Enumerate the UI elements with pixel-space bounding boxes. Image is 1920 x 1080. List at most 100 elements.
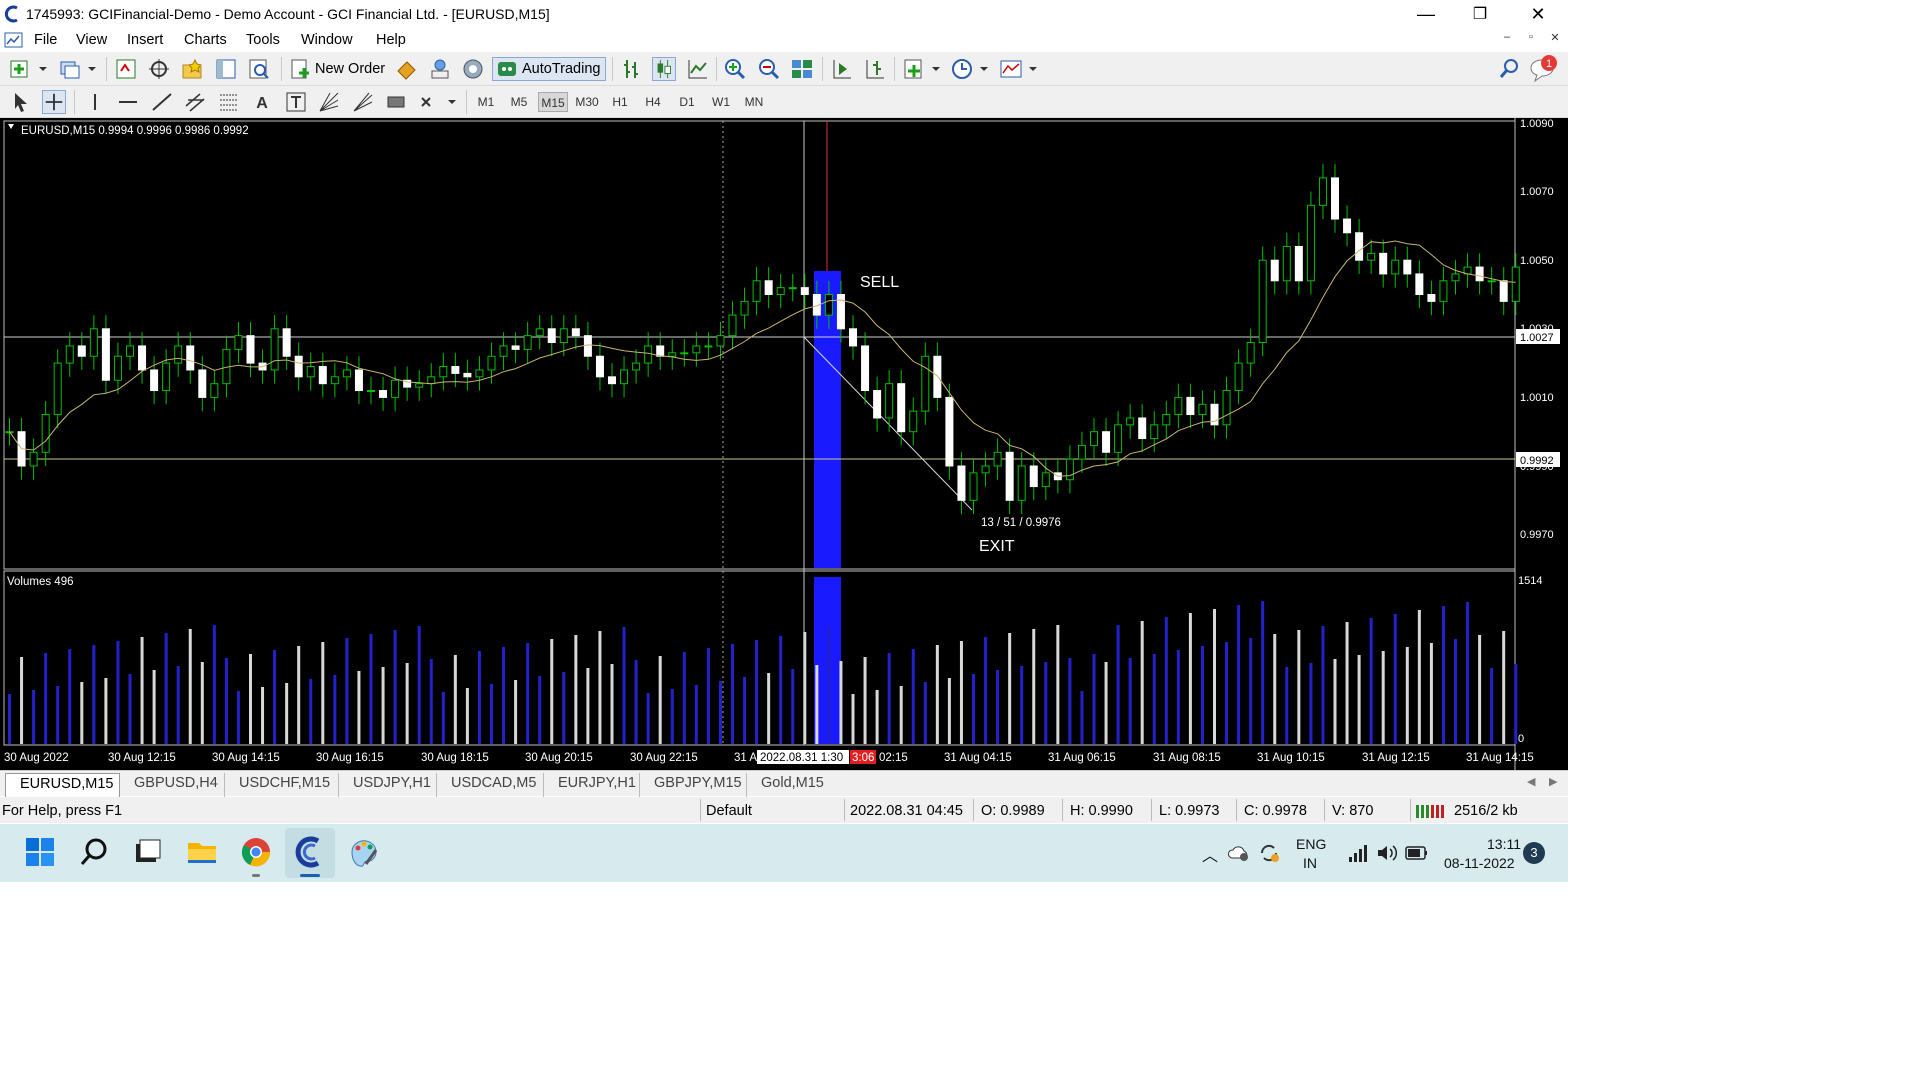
market-icon[interactable] bbox=[461, 57, 485, 81]
minimize-button[interactable]: — bbox=[1397, 0, 1455, 28]
menu-charts[interactable]: Charts bbox=[184, 32, 227, 48]
onedrive-icon[interactable] bbox=[1228, 844, 1250, 862]
metaeditor-icon[interactable] bbox=[395, 57, 419, 81]
tab-gold-m15[interactable]: Gold,M15 bbox=[747, 773, 839, 797]
notifications-icon[interactable]: 1 bbox=[1528, 54, 1562, 84]
clock-date[interactable]: 08-11-2022 bbox=[1444, 855, 1515, 871]
fibonacci-fan-icon[interactable] bbox=[351, 90, 375, 114]
rectangle-icon[interactable] bbox=[384, 90, 408, 114]
volume-bar bbox=[1490, 668, 1494, 744]
new-order-button[interactable]: New Order bbox=[290, 57, 385, 81]
clock-time[interactable]: 13:11 bbox=[1487, 836, 1521, 852]
network-icon[interactable] bbox=[1348, 844, 1368, 862]
menu-view[interactable]: View bbox=[76, 32, 107, 48]
arrows-icon[interactable] bbox=[418, 90, 458, 114]
mdi-close-button[interactable]: ✕ bbox=[1545, 31, 1565, 49]
crosshair-icon[interactable] bbox=[42, 90, 66, 114]
search-icon[interactable] bbox=[1497, 57, 1521, 81]
chrome-icon[interactable] bbox=[238, 834, 274, 870]
tile-windows-icon[interactable] bbox=[790, 57, 814, 81]
tab-eurusd-m15[interactable]: EURUSD,M15 bbox=[5, 773, 120, 797]
tab-usdchf-m15[interactable]: USDCHF,M15 bbox=[225, 773, 339, 797]
tab-usdjpy-h1[interactable]: USDJPY,H1 bbox=[339, 773, 437, 797]
tab-scroll-left-icon[interactable]: ◀ bbox=[1527, 775, 1535, 788]
timeframe-h1[interactable]: H1 bbox=[606, 92, 634, 112]
autotrading-button[interactable]: AutoTrading bbox=[492, 57, 606, 81]
new-chart-icon[interactable] bbox=[8, 57, 48, 81]
signals-icon[interactable] bbox=[428, 57, 452, 81]
language-secondary[interactable]: IN bbox=[1303, 855, 1317, 871]
crosshair-data-icon[interactable] bbox=[147, 57, 171, 81]
chart-menu-triangle-icon[interactable] bbox=[8, 124, 14, 129]
candle-body bbox=[29, 451, 38, 467]
bar-chart-icon[interactable] bbox=[619, 57, 643, 81]
timeframe-m1[interactable]: M1 bbox=[472, 92, 500, 112]
timeframe-w1[interactable]: W1 bbox=[707, 92, 735, 112]
menu-file[interactable]: File bbox=[34, 32, 57, 48]
zoom-in-icon[interactable] bbox=[723, 57, 747, 81]
trendline-icon[interactable] bbox=[150, 90, 174, 114]
tray-chevron-up-icon[interactable]: ︿ bbox=[1202, 842, 1218, 866]
candle-body bbox=[162, 362, 171, 392]
menu-tools[interactable]: Tools bbox=[246, 32, 280, 48]
mdi-restore-button[interactable]: ▫ bbox=[1521, 31, 1541, 49]
zoom-out-icon[interactable] bbox=[757, 57, 781, 81]
periods-icon[interactable] bbox=[950, 57, 990, 81]
tab-eurjpy-h1[interactable]: EURJPY,H1 bbox=[544, 773, 640, 797]
gann-fan-icon[interactable] bbox=[317, 90, 341, 114]
terminal-icon[interactable] bbox=[214, 57, 238, 81]
horizontal-line-icon[interactable] bbox=[116, 90, 140, 114]
candle-body bbox=[1294, 245, 1303, 282]
menu-help[interactable]: Help bbox=[376, 32, 406, 48]
menu-window[interactable]: Window bbox=[301, 32, 353, 48]
templates-icon[interactable] bbox=[999, 57, 1039, 81]
search-icon[interactable] bbox=[76, 834, 112, 870]
restore-button[interactable]: ❐ bbox=[1451, 0, 1509, 28]
tab-scroll-right-icon[interactable]: ▶ bbox=[1549, 775, 1557, 788]
equidistant-channel-icon[interactable] bbox=[183, 90, 207, 114]
mdi-minimize-button[interactable]: – bbox=[1497, 31, 1517, 49]
menu-insert[interactable]: Insert bbox=[127, 32, 163, 48]
time-tick: 31 Aug 12:15 bbox=[1362, 752, 1430, 764]
timeframe-m30[interactable]: M30 bbox=[572, 92, 602, 112]
vertical-line-icon[interactable] bbox=[84, 90, 106, 114]
indicators-icon[interactable] bbox=[902, 57, 942, 81]
cursor-arrow-icon[interactable] bbox=[10, 90, 32, 114]
timeframe-m5[interactable]: M5 bbox=[505, 92, 533, 112]
chart-window[interactable]: EURUSD,M15 0.9994 0.9996 0.9986 0.9992 V… bbox=[0, 118, 1568, 770]
fibonacci-icon[interactable] bbox=[217, 90, 241, 114]
metatrader-icon[interactable] bbox=[292, 834, 328, 870]
windows-start-icon[interactable] bbox=[22, 834, 58, 870]
sync-icon[interactable] bbox=[1258, 843, 1280, 863]
connection-status-icon[interactable] bbox=[1416, 803, 1448, 818]
battery-icon[interactable] bbox=[1405, 845, 1429, 861]
auto-scroll-icon[interactable] bbox=[830, 57, 854, 81]
candle-body bbox=[704, 345, 713, 348]
candle-body bbox=[379, 390, 388, 398]
language-primary[interactable]: ENG bbox=[1296, 836, 1326, 852]
timeframe-m15[interactable]: M15 bbox=[538, 92, 568, 112]
navigator-icon[interactable] bbox=[180, 57, 204, 81]
timeframe-h4[interactable]: H4 bbox=[639, 92, 667, 112]
timeframe-mn[interactable]: MN bbox=[740, 92, 768, 112]
task-view-icon[interactable] bbox=[130, 834, 166, 870]
paint-icon[interactable] bbox=[346, 834, 382, 870]
tab-gbpjpy-m15[interactable]: GBPJPY,M15 bbox=[640, 773, 747, 797]
file-explorer-icon[interactable] bbox=[184, 834, 220, 870]
close-button[interactable]: ✕ bbox=[1509, 0, 1567, 28]
market-watch-icon[interactable] bbox=[114, 57, 138, 81]
volume-icon[interactable] bbox=[1376, 843, 1398, 863]
tab-usdcad-m5[interactable]: USDCAD,M5 bbox=[437, 773, 544, 797]
text-icon[interactable]: A bbox=[250, 90, 274, 114]
line-chart-icon[interactable] bbox=[686, 57, 710, 81]
timeframe-d1[interactable]: D1 bbox=[673, 92, 701, 112]
chart-window-icon[interactable] bbox=[4, 31, 24, 49]
profiles-icon[interactable] bbox=[58, 57, 98, 81]
tab-gbpusd-h4[interactable]: GBPUSD,H4 bbox=[120, 773, 225, 797]
candlestick-chart-icon[interactable] bbox=[652, 57, 676, 81]
price-chart[interactable]: EURUSD,M15 0.9994 0.9996 0.9986 0.9992 V… bbox=[0, 118, 1568, 770]
text-label-icon[interactable] bbox=[284, 90, 308, 114]
notification-badge[interactable]: 3 bbox=[1523, 842, 1545, 864]
chart-shift-icon[interactable] bbox=[863, 57, 887, 81]
strategy-tester-icon[interactable] bbox=[247, 57, 271, 81]
